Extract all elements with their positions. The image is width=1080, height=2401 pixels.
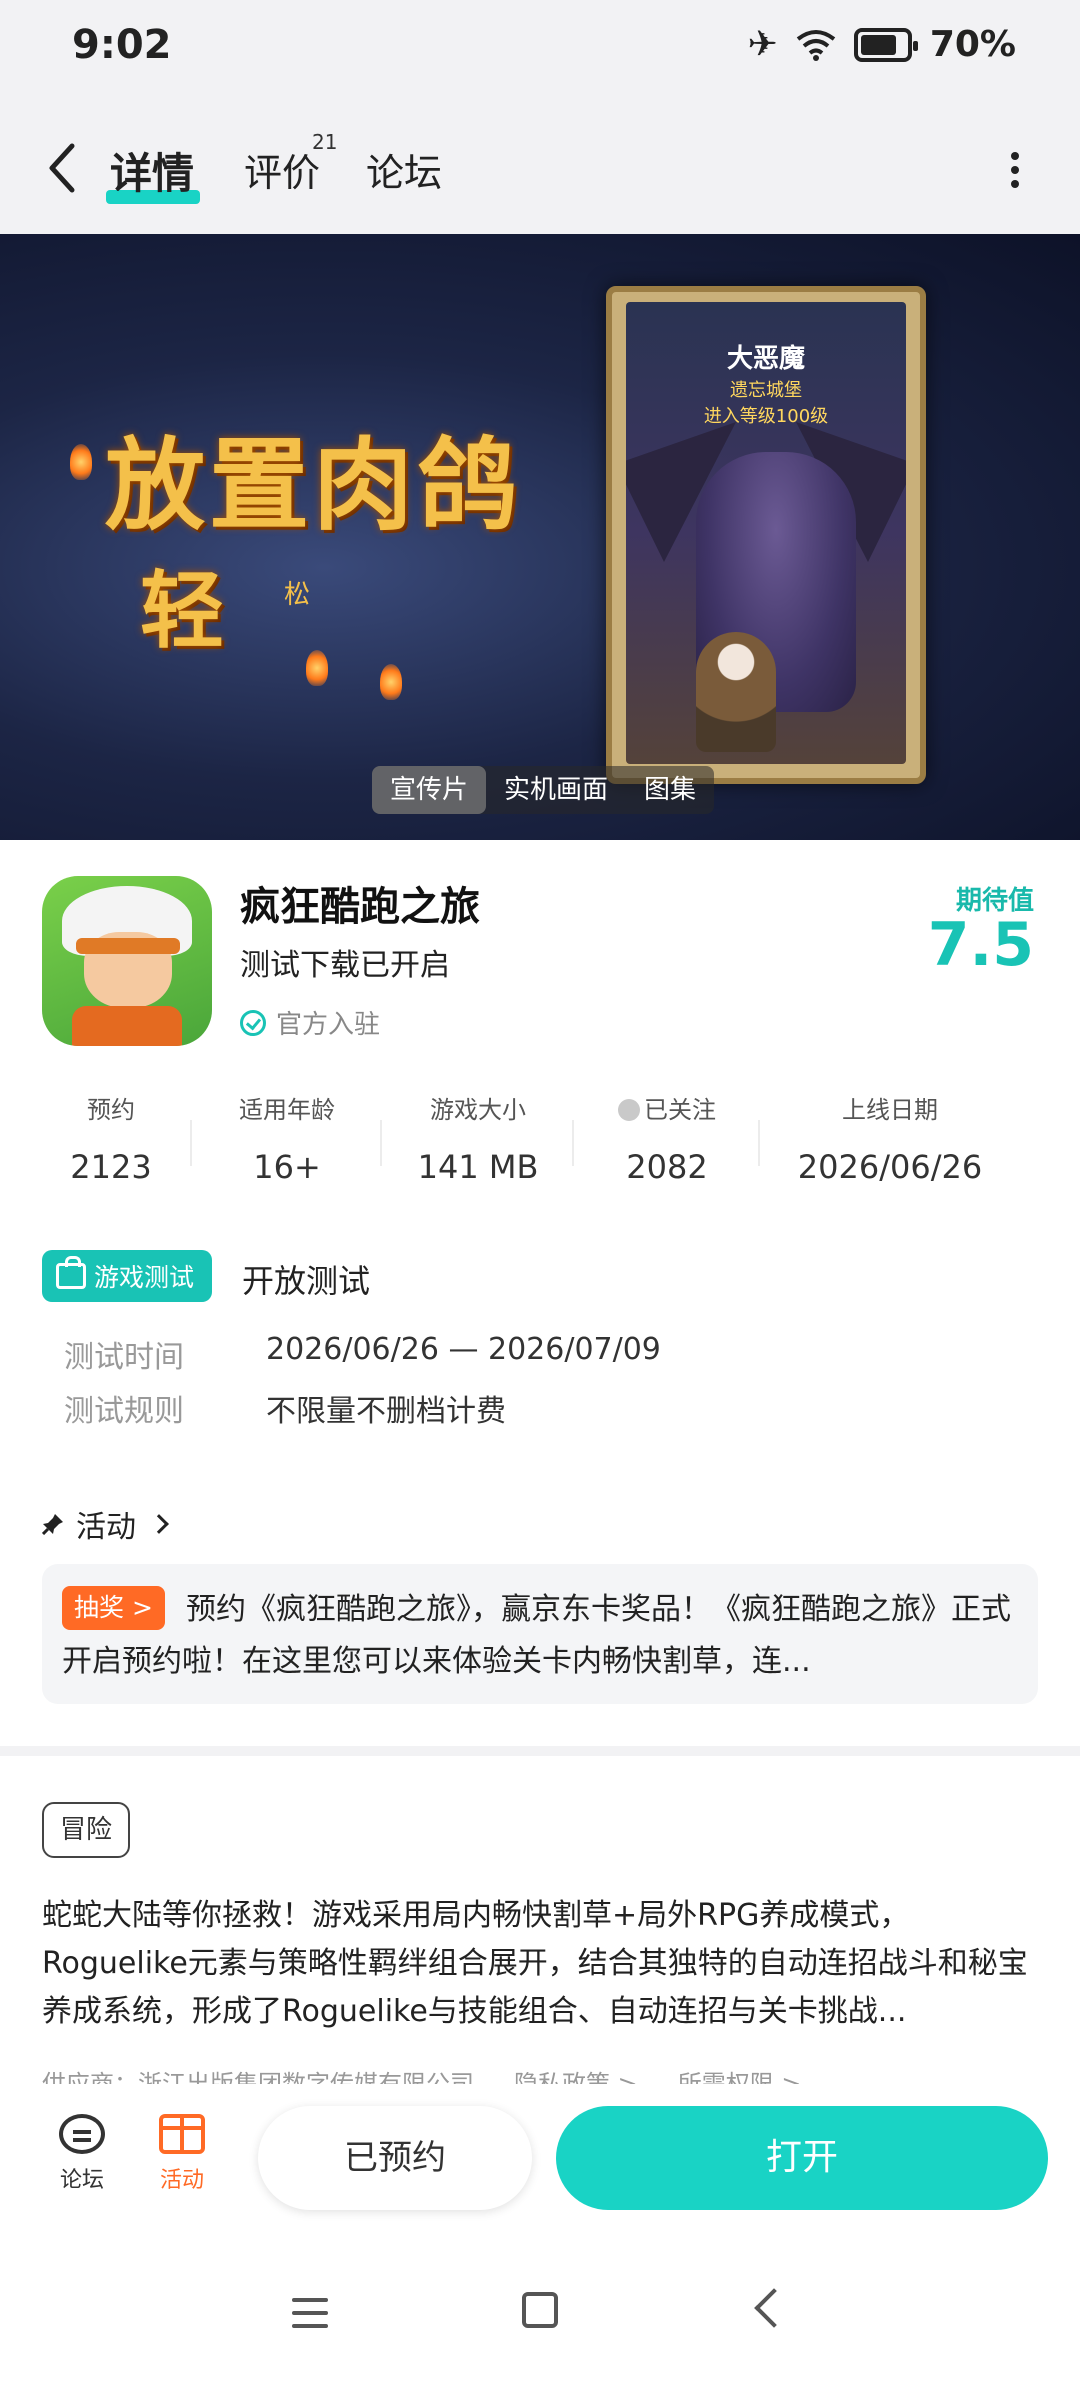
stat-release-date: 上线日期 2026/06/26 bbox=[797, 1096, 983, 1186]
test-time-value: 2026/06/26 — 2026/07/09 bbox=[266, 1332, 661, 1367]
more-options-icon[interactable] bbox=[1000, 146, 1030, 196]
open-button[interactable]: 打开 bbox=[556, 2106, 1048, 2210]
heart-icon bbox=[618, 1099, 640, 1121]
app-test-status: 测试下载已开启 bbox=[240, 948, 450, 983]
provider-text: 供应商：浙江出版集团数字传媒有限公司 bbox=[42, 2070, 474, 2084]
genre-tag[interactable]: 冒险 bbox=[42, 1802, 131, 1858]
official-badge: 官方入驻 bbox=[240, 1004, 380, 1041]
game-test-badge: 游戏测试 bbox=[42, 1250, 213, 1302]
stats-row: 预约 2123 适用年龄 16+ 游戏大小 141 MB 已关注 2082 上线… bbox=[30, 1090, 1050, 1200]
official-label: 官方入驻 bbox=[276, 1010, 381, 1040]
activity-card[interactable]: 预约《疯狂酷跑之旅》，赢京东卡奖品！《疯狂酷跑之旅》正式开启预约啦！在这里您可以… bbox=[42, 1564, 1038, 1704]
app-name: 疯狂酷跑之旅 bbox=[240, 884, 480, 930]
battery-percent: 70% bbox=[929, 24, 1016, 65]
banner-subtitle-small: 松 bbox=[284, 580, 311, 610]
activity-button[interactable]: 活动 bbox=[142, 2114, 222, 2194]
meta-row: 供应商：浙江出版集团数字传媒有限公司 隐私政策 > 所需权限 > bbox=[42, 2064, 802, 2084]
test-rule-label: 测试规则 bbox=[64, 1394, 184, 1429]
verified-icon bbox=[240, 1009, 266, 1036]
card-level: 进入等级100级 bbox=[703, 406, 829, 427]
chevron-right-icon bbox=[149, 1514, 169, 1534]
promo-banner[interactable]: 放置肉鸽 轻 松 大恶魔 遗忘城堡 进入等级100级 宣传片 实机画面 图集 bbox=[0, 234, 1080, 840]
airplane-icon: ✈ bbox=[747, 24, 778, 65]
tab-forum[interactable]: 论坛 bbox=[366, 142, 442, 197]
forum-icon bbox=[59, 2114, 105, 2154]
card-location: 遗忘城堡 bbox=[730, 380, 802, 401]
banner-subtitle: 轻 bbox=[140, 562, 225, 660]
stat-followers[interactable]: 已关注 2082 bbox=[574, 1090, 760, 1200]
hero-illustration bbox=[696, 632, 776, 752]
wifi-icon bbox=[796, 29, 836, 61]
card-title: 大恶魔 bbox=[726, 344, 805, 374]
gift-icon bbox=[159, 2114, 205, 2154]
lottery-tag[interactable]: 抽奖 > bbox=[62, 1586, 165, 1630]
forum-button[interactable]: 论坛 bbox=[42, 2114, 122, 2194]
system-back-icon[interactable] bbox=[754, 2288, 794, 2328]
permissions-link[interactable]: 所需权限 > bbox=[678, 2064, 802, 2084]
torch-decoration bbox=[380, 664, 402, 700]
activity-header[interactable]: 活动 bbox=[42, 1502, 169, 1546]
media-tabs: 宣传片 实机画面 图集 bbox=[372, 766, 715, 814]
system-nav-bar bbox=[0, 2224, 1080, 2401]
pin-icon bbox=[42, 1514, 63, 1535]
boss-card: 大恶魔 遗忘城堡 进入等级100级 bbox=[606, 286, 926, 784]
stat-reservations: 预约 2123 bbox=[30, 1090, 192, 1200]
reviews-count-badge: 21 bbox=[312, 130, 338, 154]
game-description[interactable]: 蛇蛇大陆等你拯救！游戏采用局内畅快割草+局外RPG养成模式，Roguelike元… bbox=[42, 1892, 1042, 2036]
status-icons: ✈ 70% bbox=[748, 24, 1016, 65]
torch-decoration bbox=[70, 444, 92, 480]
tab-details[interactable]: 详情 bbox=[110, 140, 194, 201]
test-bag-icon bbox=[56, 1256, 86, 1289]
app-icon bbox=[42, 876, 212, 1046]
status-bar: 9:02 ✈ 70% bbox=[0, 0, 1080, 100]
reserved-button[interactable]: 已预约 bbox=[258, 2106, 532, 2210]
privacy-link[interactable]: 隐私政策 > bbox=[514, 2064, 638, 2084]
bottom-action-bar: 论坛 活动 已预约 打开 bbox=[0, 2084, 1080, 2224]
back-icon[interactable] bbox=[38, 138, 88, 198]
stat-age-rating: 适用年龄 16+ bbox=[192, 1090, 382, 1200]
activity-heading: 活动 bbox=[76, 1510, 136, 1545]
banner-title: 放置肉鸽 bbox=[105, 427, 521, 544]
stat-game-size: 游戏大小 141 MB bbox=[382, 1090, 574, 1200]
media-tab-trailer[interactable]: 宣传片 bbox=[372, 766, 487, 814]
test-time-label: 测试时间 bbox=[64, 1340, 184, 1375]
top-nav: 详情 评价 21 论坛 bbox=[0, 100, 1080, 234]
activity-text: 预约《疯狂酷跑之旅》，赢京东卡奖品！《疯狂酷跑之旅》正式开启预约啦！在这里您可以… bbox=[62, 1592, 1011, 1679]
torch-decoration bbox=[306, 650, 328, 686]
home-icon[interactable] bbox=[522, 2292, 558, 2328]
test-rule-value: 不限量不删档计费 bbox=[266, 1394, 506, 1429]
status-time: 9:02 bbox=[72, 22, 172, 68]
expectation-score: 7.5 bbox=[927, 910, 1034, 980]
media-tab-gameplay[interactable]: 实机画面 bbox=[486, 766, 626, 814]
battery-icon bbox=[853, 27, 918, 62]
tab-reviews[interactable]: 评价 bbox=[244, 142, 320, 197]
media-tab-gallery[interactable]: 图集 bbox=[626, 766, 714, 814]
section-divider bbox=[0, 1746, 1080, 1756]
test-type: 开放测试 bbox=[242, 1262, 371, 1300]
recent-apps-icon[interactable] bbox=[292, 2298, 328, 2328]
